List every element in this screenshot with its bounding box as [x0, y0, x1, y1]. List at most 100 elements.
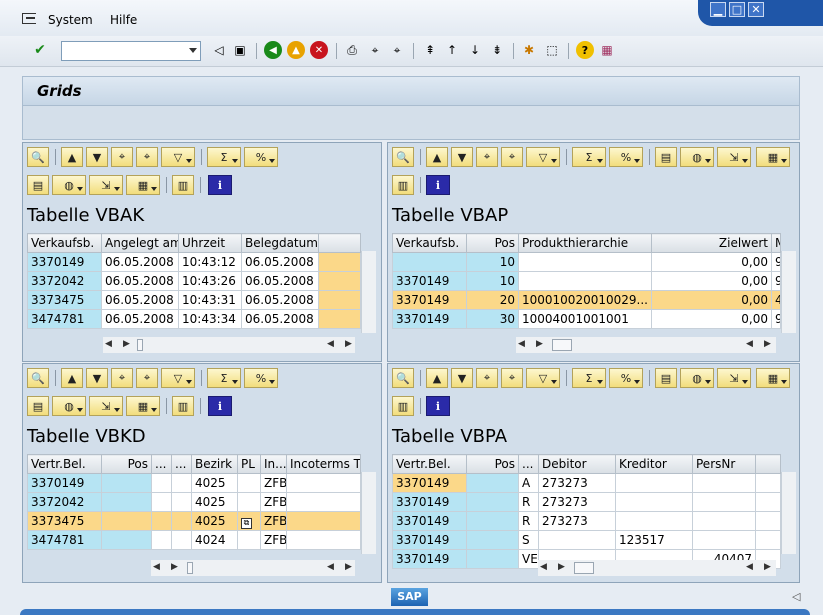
table-row-selected[interactable]: 3373475 4025 ⧉ ZFB [27, 511, 361, 531]
cell[interactable]: 10004001001001 [518, 309, 652, 329]
cell[interactable]: 06.05.2008 [241, 290, 319, 310]
column-header[interactable]: Pos [101, 454, 152, 474]
menu-system[interactable]: System [48, 13, 93, 27]
print-preview-icon[interactable]: ▤ [655, 147, 677, 167]
previous-page-icon[interactable]: ↑ [443, 41, 461, 59]
table-row[interactable]: 337014930100040010010010,009 [392, 309, 781, 329]
cell[interactable] [466, 473, 519, 493]
cell[interactable]: ZFB [260, 511, 287, 531]
menu-hilfe[interactable]: Hilfe [110, 13, 137, 27]
column-header[interactable]: Vertr.Bel. [27, 454, 102, 474]
last-page-icon[interactable]: ⇟ [488, 41, 506, 59]
cell[interactable]: 3372042 [27, 271, 102, 291]
cell[interactable] [518, 271, 652, 291]
column-header[interactable]: Angelegt am [101, 233, 179, 253]
cell[interactable] [101, 473, 152, 493]
scroll-left-icon[interactable]: ◀ [153, 562, 160, 572]
print-preview-icon[interactable]: ▤ [27, 396, 49, 416]
cell[interactable]: 273273 [538, 511, 616, 531]
column-header[interactable]: Debitor [538, 454, 616, 474]
horizontal-scrollbar[interactable]: ◀ ▶ ◀ ▶ [538, 560, 776, 576]
cell[interactable]: 0,00 [651, 252, 772, 272]
subtotal-icon[interactable]: % [609, 147, 643, 167]
scroll-left-icon[interactable]: ◀ [327, 562, 334, 572]
cell[interactable]: 3370149 [392, 492, 467, 512]
cell[interactable] [286, 511, 361, 531]
menu-icon[interactable] [22, 13, 36, 24]
exit-icon[interactable]: ▲ [287, 41, 305, 59]
maximize-button[interactable]: □ [729, 2, 745, 17]
cell[interactable]: 3370149 [392, 271, 467, 291]
details-icon[interactable]: 🔍 [27, 368, 49, 388]
cell[interactable]: 0,00 [651, 309, 772, 329]
table-row[interactable]: 3370149 4025 ZFB [27, 473, 361, 493]
column-header[interactable] [755, 454, 781, 474]
table-row[interactable]: 3372042 4025 ZFB [27, 492, 361, 512]
column-header[interactable]: Verkaufsb. [27, 233, 102, 253]
cell[interactable] [318, 309, 361, 329]
scroll-right-icon[interactable]: ▶ [171, 562, 178, 572]
cell[interactable]: 3370149 [392, 473, 467, 493]
horizontal-scrollbar[interactable]: ◀ ▶ ◀ ▶ [516, 337, 776, 353]
views-icon[interactable]: ◍ [52, 175, 86, 195]
find-icon[interactable]: ⌖ [111, 368, 133, 388]
cell[interactable]: R [518, 511, 539, 531]
table-row[interactable]: 3474781 06.05.2008 10:43:34 06.05.2008 [27, 309, 361, 329]
scroll-right-icon[interactable]: ▶ [345, 562, 352, 572]
cell[interactable] [237, 473, 261, 493]
find-icon[interactable]: ⌖ [476, 368, 498, 388]
command-field[interactable] [61, 41, 201, 61]
scroll-left-icon[interactable]: ◀ [746, 339, 753, 349]
column-header[interactable]: Vertr.Bel. [392, 454, 467, 474]
column-header[interactable]: PersNr [692, 454, 756, 474]
cell[interactable]: 4 [771, 290, 781, 310]
cell[interactable] [151, 511, 172, 531]
find-icon[interactable]: ⌖ [366, 41, 384, 59]
cell[interactable]: A [518, 473, 539, 493]
cell[interactable]: 20 [466, 290, 519, 310]
cell[interactable] [538, 530, 616, 550]
horizontal-scrollbar[interactable]: ◀ ▶ ◀ ▶ [151, 560, 355, 576]
cell[interactable]: 3372042 [27, 492, 102, 512]
export-icon[interactable]: ⇲ [717, 368, 751, 388]
cell[interactable] [692, 473, 756, 493]
cell[interactable]: S [518, 530, 539, 550]
cell[interactable]: 3370149 [392, 530, 467, 550]
column-header[interactable] [318, 233, 361, 253]
sum-icon[interactable]: Σ [207, 147, 241, 167]
column-header[interactable]: Verkaufsb. [392, 233, 467, 253]
sort-descending-icon[interactable]: ▼ [451, 147, 473, 167]
scroll-right-icon[interactable]: ▶ [345, 339, 352, 349]
back-icon[interactable]: ◀ [264, 41, 282, 59]
cell[interactable]: 06.05.2008 [241, 271, 319, 291]
save-icon[interactable]: ▣ [231, 41, 249, 59]
cell[interactable]: 10 [466, 252, 519, 272]
cell[interactable]: 10:43:12 [178, 252, 242, 272]
cell[interactable]: 3370149 [392, 290, 467, 310]
cell[interactable] [151, 473, 172, 493]
sort-ascending-icon[interactable]: ▲ [426, 147, 448, 167]
column-header[interactable]: Produkthierarchie [518, 233, 652, 253]
cell[interactable]: 273273 [538, 492, 616, 512]
cell[interactable] [755, 473, 781, 493]
cell[interactable]: ZFB [260, 492, 287, 512]
layout-icon[interactable]: ▦ [126, 175, 160, 195]
table-row[interactable]: 3370149 R 273273 [392, 511, 781, 531]
cell[interactable]: 06.05.2008 [101, 309, 179, 329]
table-row-selected[interactable]: 337014920100010020010029...0,004 [392, 290, 781, 310]
cell[interactable] [615, 511, 693, 531]
scroll-left-icon[interactable]: ◀ [540, 562, 547, 572]
graphic-icon[interactable]: ▥ [392, 175, 414, 195]
scroll-right-icon[interactable]: ▶ [558, 562, 565, 572]
cell[interactable] [466, 511, 519, 531]
scroll-right-icon[interactable]: ▶ [123, 339, 130, 349]
cell[interactable]: 06.05.2008 [101, 271, 179, 291]
cell[interactable]: 3370149 [27, 473, 102, 493]
cell[interactable]: 4025 [191, 511, 238, 531]
scroll-left-icon[interactable]: ◀ [105, 339, 112, 349]
cell[interactable] [171, 511, 192, 531]
scroll-left-icon[interactable]: ◀ [518, 339, 525, 349]
cell[interactable] [151, 530, 172, 550]
cell[interactable] [101, 530, 152, 550]
details-icon[interactable]: 🔍 [27, 147, 49, 167]
